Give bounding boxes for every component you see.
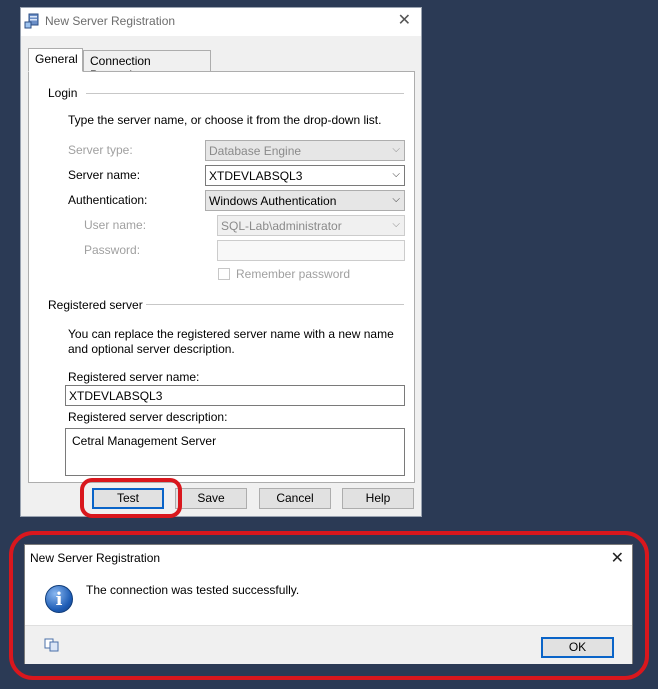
authentication-label: Authentication: xyxy=(68,193,148,207)
help-button[interactable]: Help xyxy=(342,488,414,509)
password-label: Password: xyxy=(84,243,141,257)
server-type-combo[interactable]: Database Engine ⌵ xyxy=(205,140,405,161)
server-registration-icon xyxy=(24,13,39,29)
registered-server-description-value: Cetral Management Server xyxy=(72,434,217,448)
user-name-value: SQL-Lab\administrator xyxy=(221,219,342,233)
save-button[interactable]: Save xyxy=(175,488,247,509)
new-server-registration-dialog: New Server Registration ✕ General Connec… xyxy=(20,7,422,517)
registered-server-divider xyxy=(146,304,404,305)
login-divider xyxy=(86,93,404,94)
login-section-title: Login xyxy=(48,86,78,100)
chevron-down-icon: ⌵ xyxy=(392,144,400,155)
dialog-titlebar: New Server Registration ✕ xyxy=(21,8,421,36)
chevron-down-icon: ⌵ xyxy=(392,194,400,205)
server-type-label: Server type: xyxy=(68,143,133,157)
remember-password-label: Remember password xyxy=(236,267,351,281)
tab-connection-properties[interactable]: Connection Properties xyxy=(83,50,211,82)
registered-server-section-title: Registered server xyxy=(48,298,143,312)
login-instruction: Type the server name, or choose it from … xyxy=(68,113,382,127)
chevron-down-icon: ⌵ xyxy=(392,219,400,230)
remember-password-checkbox[interactable] xyxy=(218,268,230,280)
registered-server-name-field[interactable]: XTDEVLABSQL3 xyxy=(65,385,405,406)
general-tab-panel: Login Type the server name, or choose it… xyxy=(28,71,415,483)
tab-general[interactable]: General xyxy=(28,48,83,72)
dialog-title: New Server Registration xyxy=(45,14,176,28)
server-name-value: XTDEVLABSQL3 xyxy=(209,169,303,183)
registered-server-name-label: Registered server name: xyxy=(68,370,200,384)
server-type-value: Database Engine xyxy=(209,144,302,158)
registered-server-name-value: XTDEVLABSQL3 xyxy=(69,389,163,403)
tab-general-label: General xyxy=(35,52,78,66)
user-name-combo[interactable]: SQL-Lab\administrator ⌵ xyxy=(217,215,405,236)
cancel-button[interactable]: Cancel xyxy=(259,488,331,509)
registered-server-instruction-1: You can replace the registered server na… xyxy=(68,327,394,341)
server-name-label: Server name: xyxy=(68,168,141,182)
test-button-highlight xyxy=(80,478,182,518)
password-field[interactable] xyxy=(217,240,405,261)
authentication-combo[interactable]: Windows Authentication ⌵ xyxy=(205,190,405,211)
registered-server-instruction-2: and optional server description. xyxy=(68,342,235,356)
chevron-down-icon: ⌵ xyxy=(392,169,400,180)
close-icon[interactable]: ✕ xyxy=(398,11,411,31)
authentication-value: Windows Authentication xyxy=(209,194,337,208)
registered-server-description-field[interactable]: Cetral Management Server xyxy=(65,428,405,476)
registered-server-description-label: Registered server description: xyxy=(68,410,228,424)
server-name-combo[interactable]: XTDEVLABSQL3 ⌵ xyxy=(205,165,405,186)
message-box-highlight xyxy=(9,531,649,680)
user-name-label: User name: xyxy=(84,218,147,232)
